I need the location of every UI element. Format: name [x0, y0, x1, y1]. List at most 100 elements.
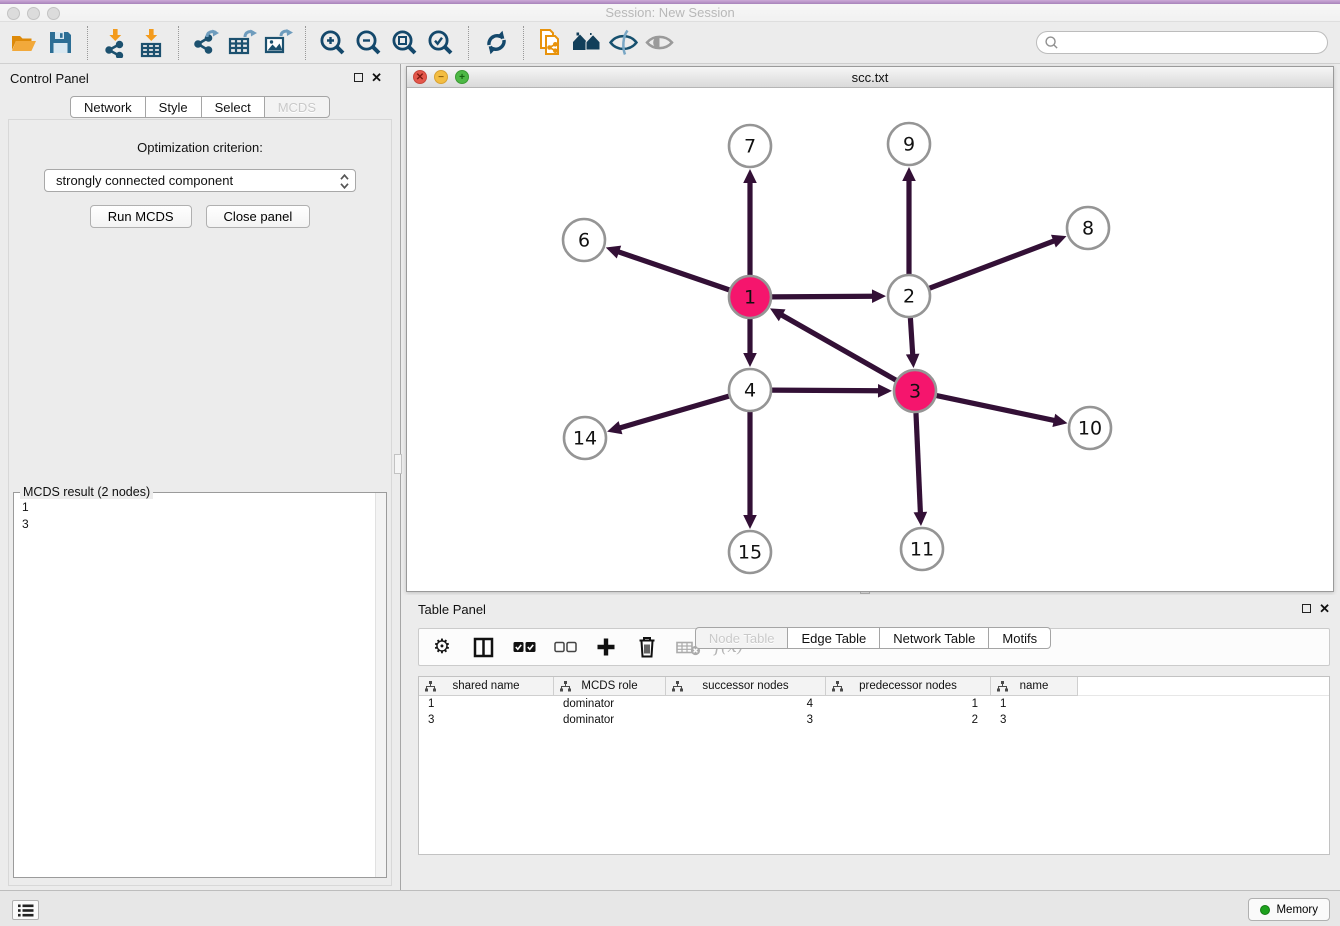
edge-arrowhead — [607, 421, 622, 434]
close-table-panel-icon[interactable]: ✕ — [1319, 603, 1330, 614]
node-label: 2 — [903, 286, 915, 308]
edge-arrowhead — [906, 354, 920, 368]
node-label: 14 — [573, 428, 597, 450]
edge-arrowhead — [872, 289, 886, 303]
graph-node-3[interactable]: 3 — [894, 370, 936, 412]
graph-edge-2-3[interactable] — [906, 318, 920, 368]
node-label: 4 — [744, 380, 756, 402]
import-table-icon[interactable] — [133, 25, 169, 61]
search-field[interactable] — [1036, 31, 1328, 54]
graph-node-7[interactable]: 7 — [729, 125, 771, 167]
edge-arrowhead — [743, 515, 757, 529]
tab-network[interactable]: Network — [70, 96, 146, 118]
tab-style[interactable]: Style — [145, 96, 202, 118]
tab-network-table[interactable]: Network Table — [879, 627, 989, 649]
network-window-title: scc.txt — [407, 70, 1333, 85]
toolbar-separator — [178, 26, 179, 60]
run-mcds-button[interactable]: Run MCDS — [90, 205, 192, 228]
task-history-button[interactable] — [12, 900, 39, 920]
export-network-icon[interactable] — [188, 25, 224, 61]
control-panel-tabs: NetworkStyleSelectMCDS — [0, 96, 400, 118]
graph-node-15[interactable]: 15 — [729, 531, 771, 573]
memory-status-icon — [1260, 905, 1270, 915]
search-icon — [1044, 35, 1059, 50]
eye-icon[interactable] — [641, 25, 677, 61]
graph-edge-3-11[interactable] — [914, 413, 928, 526]
node-label: 7 — [744, 136, 756, 158]
control-panel-title: Control Panel — [10, 71, 89, 86]
node-label: 11 — [910, 539, 934, 561]
window-top-accent — [0, 0, 1340, 4]
mcds-result-box: MCDS result (2 nodes) 13 — [13, 492, 387, 878]
import-network-icon[interactable] — [97, 25, 133, 61]
node-label: 10 — [1078, 418, 1102, 440]
graph-node-1[interactable]: 1 — [729, 276, 771, 318]
eye-slash-icon[interactable] — [605, 25, 641, 61]
close-panel-icon[interactable]: ✕ — [371, 72, 382, 83]
search-input[interactable] — [1063, 33, 1327, 52]
control-panel: Control Panel ✕ NetworkStyleSelectMCDS O… — [0, 64, 401, 890]
float-table-panel-icon[interactable] — [1302, 604, 1311, 613]
graph-edge-3-10[interactable] — [937, 396, 1068, 427]
zoom-selected-icon[interactable] — [423, 25, 459, 61]
table-panel-tabs: Node TableEdge TableNetwork TableMotifs — [406, 627, 1340, 887]
graph-node-6[interactable]: 6 — [563, 219, 605, 261]
tab-node-table[interactable]: Node Table — [695, 627, 789, 649]
refresh-icon[interactable] — [478, 25, 514, 61]
copy-network-icon[interactable] — [533, 25, 569, 61]
zoom-fit-icon[interactable] — [387, 25, 423, 61]
graph-edge-1-2[interactable] — [772, 289, 886, 303]
graph-edge-4-15[interactable] — [743, 412, 757, 529]
export-image-icon[interactable] — [260, 25, 296, 61]
result-scrollbar[interactable] — [375, 493, 386, 877]
toolbar-separator — [87, 26, 88, 60]
edge-arrowhead — [914, 512, 928, 526]
float-panel-icon[interactable] — [354, 73, 363, 82]
memory-button[interactable]: Memory — [1248, 898, 1330, 921]
network-canvas[interactable]: 1 2 3 4 6 7 8 9 10 11 14 15 — [407, 88, 1333, 591]
node-label: 6 — [578, 230, 590, 252]
node-label: 8 — [1082, 218, 1094, 240]
graph-node-11[interactable]: 11 — [901, 528, 943, 570]
zoom-in-icon[interactable] — [315, 25, 351, 61]
memory-label: Memory — [1276, 904, 1318, 916]
edge-arrowhead — [878, 384, 892, 398]
save-icon[interactable] — [42, 25, 78, 61]
graph-edge-4-14[interactable] — [607, 396, 729, 434]
edge-arrowhead — [1052, 414, 1067, 427]
mcds-result-list: 13 — [14, 496, 374, 877]
tab-select[interactable]: Select — [201, 96, 265, 118]
network-view-window: ✕ − + scc.txt 1 2 3 4 6 7 8 9 10 11 14 15 — [406, 66, 1334, 592]
graph-node-14[interactable]: 14 — [564, 417, 606, 459]
close-panel-button[interactable]: Close panel — [206, 205, 311, 228]
graph-node-9[interactable]: 9 — [888, 123, 930, 165]
export-table-icon[interactable] — [224, 25, 260, 61]
graph-edge-2-8[interactable] — [930, 235, 1067, 288]
graph-node-8[interactable]: 8 — [1067, 207, 1109, 249]
graph-node-4[interactable]: 4 — [729, 369, 771, 411]
graph-edge-4-3[interactable] — [772, 384, 892, 398]
graph-edge-1-7[interactable] — [743, 169, 757, 275]
open-folder-icon[interactable] — [6, 25, 42, 61]
tab-mcds[interactable]: MCDS — [264, 96, 330, 118]
mcds-result-line: 1 — [22, 499, 374, 516]
graph-edge-1-6[interactable] — [606, 246, 729, 290]
zoom-out-icon[interactable] — [351, 25, 387, 61]
tab-motifs[interactable]: Motifs — [988, 627, 1051, 649]
network-window-titlebar[interactable]: ✕ − + scc.txt — [407, 67, 1333, 88]
edge-arrowhead — [743, 353, 757, 367]
mcds-tab-content: Optimization criterion: strongly connect… — [8, 119, 392, 886]
combo-stepper-icon — [340, 174, 349, 195]
list-icon — [18, 904, 34, 917]
optimization-criterion-select[interactable]: strongly connected component — [44, 169, 356, 192]
graph-node-10[interactable]: 10 — [1069, 407, 1111, 449]
homes-icon[interactable] — [569, 25, 605, 61]
toolbar-separator — [305, 26, 306, 60]
vertical-splitter-handle[interactable] — [394, 454, 402, 474]
graph-edge-1-4[interactable] — [743, 319, 757, 367]
toolbar-separator — [523, 26, 524, 60]
tab-edge-table[interactable]: Edge Table — [787, 627, 880, 649]
graph-edge-2-9[interactable] — [902, 167, 916, 274]
graph-node-2[interactable]: 2 — [888, 275, 930, 317]
graph-edge-3-1[interactable] — [770, 308, 896, 380]
